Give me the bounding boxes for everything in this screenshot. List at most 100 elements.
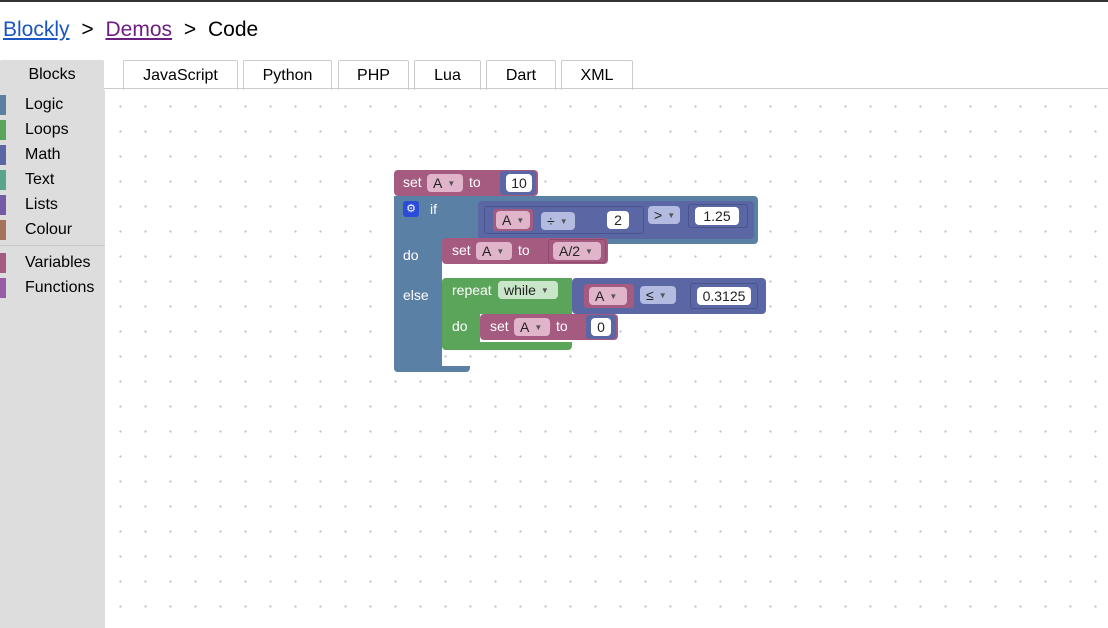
- variable-get-block[interactable]: A/2 ▼: [548, 239, 606, 263]
- if-else-block[interactable]: ⚙ if do else A ▼ ÷ ▼ 2 > ▼ 1.25 set A ▼ …: [394, 196, 766, 372]
- toolbox-category-logic[interactable]: Logic: [0, 92, 105, 117]
- block-keyword-set: set: [403, 174, 422, 190]
- dropdown-arrow-icon: ▼: [585, 246, 593, 256]
- variable-dropdown[interactable]: A ▼: [589, 287, 627, 305]
- variable-name: A: [520, 319, 530, 335]
- tab-blocks[interactable]: Blocks: [0, 60, 104, 90]
- dropdown-arrow-icon: ▼: [559, 216, 568, 226]
- compare-block[interactable]: A ▼ ≤ ▼ 0.3125: [572, 278, 766, 314]
- if-block-spine: [394, 196, 442, 372]
- operator-symbol: ÷: [547, 213, 555, 229]
- if-block-footer: [394, 366, 470, 372]
- variable-dropdown[interactable]: A ▼: [427, 174, 463, 192]
- variable-get-block[interactable]: A ▼: [584, 284, 634, 308]
- tab-divider: [104, 88, 1108, 89]
- tab-bar: Blocks JavaScript Python PHP Lua Dart XM…: [0, 58, 1108, 90]
- variable-dropdown[interactable]: A ▼: [496, 211, 530, 229]
- number-field[interactable]: 1.25: [695, 207, 739, 225]
- block-keyword-do: do: [403, 247, 419, 263]
- number-block[interactable]: 0.3125: [690, 283, 758, 309]
- tab-javascript[interactable]: JavaScript: [123, 60, 238, 90]
- toolbox-category-colour[interactable]: Colour: [0, 217, 105, 242]
- comparison-dropdown[interactable]: > ▼: [648, 206, 680, 224]
- block-keyword-set: set: [490, 318, 509, 334]
- toolbox-category-math[interactable]: Math: [0, 142, 105, 167]
- dropdown-arrow-icon: ▼: [667, 210, 676, 220]
- variable-name: A/2: [559, 243, 581, 259]
- tab-xml[interactable]: XML: [561, 60, 633, 90]
- category-label: Colour: [25, 220, 73, 238]
- category-label: Functions: [25, 278, 95, 296]
- number-block[interactable]: 0: [586, 315, 616, 339]
- block-keyword-to: to: [469, 174, 481, 190]
- tab-lua[interactable]: Lua: [414, 60, 481, 90]
- block-keyword-else: else: [403, 287, 429, 303]
- toolbox-separator: [0, 245, 105, 246]
- dropdown-arrow-icon: ▼: [609, 291, 618, 301]
- dropdown-arrow-icon: ▼: [516, 215, 525, 225]
- dropdown-arrow-icon: ▼: [658, 290, 667, 300]
- category-label: Text: [25, 170, 55, 188]
- block-keyword-do: do: [452, 318, 468, 334]
- operator-dropdown[interactable]: ÷ ▼: [541, 212, 575, 230]
- set-variable-block[interactable]: set A ▼ to 0: [480, 314, 618, 340]
- block-keyword-repeat: repeat: [452, 282, 492, 298]
- variable-dropdown[interactable]: A ▼: [476, 242, 512, 260]
- toolbox-category-loops[interactable]: Loops: [0, 117, 105, 142]
- category-label: Lists: [25, 195, 58, 213]
- repeat-block-footer: [442, 342, 572, 350]
- category-label: Math: [25, 145, 61, 163]
- number-field[interactable]: 0.3125: [697, 287, 751, 305]
- number-block[interactable]: 10: [500, 171, 536, 195]
- set-variable-block[interactable]: set A ▼ to A/2 ▼: [442, 238, 608, 264]
- category-label: Logic: [25, 95, 64, 113]
- compare-block[interactable]: A ▼ ÷ ▼ 2 > ▼ 1.25: [478, 201, 754, 239]
- variable-name: A: [595, 288, 605, 304]
- category-color-swatch: [0, 277, 6, 298]
- breadcrumb-link-demos[interactable]: Demos: [105, 18, 172, 41]
- mutator-gear-icon[interactable]: ⚙: [403, 201, 419, 217]
- tab-python[interactable]: Python: [243, 60, 332, 90]
- number-field[interactable]: 2: [607, 211, 629, 229]
- variable-dropdown[interactable]: A/2 ▼: [553, 242, 601, 260]
- variable-name: A: [482, 243, 492, 259]
- toolbox-category-lists[interactable]: Lists: [0, 192, 105, 217]
- number-field[interactable]: 10: [506, 174, 532, 192]
- tab-php[interactable]: PHP: [338, 60, 409, 90]
- breadcrumb-separator: >: [183, 18, 197, 41]
- set-variable-block[interactable]: set A ▼ to 10: [394, 170, 538, 196]
- category-color-swatch: [0, 169, 6, 190]
- repeat-mode-dropdown[interactable]: while ▼: [498, 281, 558, 299]
- dropdown-arrow-icon: ▼: [496, 246, 505, 256]
- tab-dart[interactable]: Dart: [486, 60, 556, 90]
- comparison-symbol: >: [654, 207, 663, 223]
- number-block[interactable]: 2: [599, 209, 635, 231]
- block-keyword-set: set: [452, 242, 471, 258]
- toolbox-category-functions[interactable]: Functions: [0, 275, 105, 300]
- block-keyword-if: if: [430, 201, 437, 217]
- block-workspace[interactable]: set A ▼ to 10 ⚙ if do else A ▼ ÷ ▼ 2 > ▼…: [105, 90, 1108, 628]
- category-color-swatch: [0, 94, 6, 115]
- block-keyword-to: to: [518, 242, 530, 258]
- comparison-dropdown[interactable]: ≤ ▼: [640, 286, 676, 304]
- number-field[interactable]: 0: [591, 318, 611, 336]
- page-title: Code: [207, 18, 259, 41]
- category-color-swatch: [0, 219, 6, 240]
- breadcrumb: Blockly > Demos > Code: [3, 18, 258, 42]
- comparison-symbol: ≤: [646, 287, 654, 303]
- breadcrumb-separator: >: [81, 18, 94, 41]
- toolbox-category-variables[interactable]: Variables: [0, 250, 105, 275]
- variable-dropdown[interactable]: A ▼: [514, 318, 550, 336]
- dropdown-arrow-icon: ▼: [447, 178, 456, 188]
- variable-get-block[interactable]: A ▼: [493, 209, 533, 231]
- toolbox: Logic Loops Math Text Lists Colour Varia…: [0, 90, 105, 628]
- number-block[interactable]: 1.25: [688, 204, 748, 228]
- block-keyword-to: to: [556, 318, 568, 334]
- toolbox-category-text[interactable]: Text: [0, 167, 105, 192]
- dropdown-arrow-icon: ▼: [540, 285, 549, 295]
- repeat-mode: while: [504, 282, 536, 298]
- repeat-while-block[interactable]: repeat while ▼ do set A ▼ to 0: [442, 278, 618, 356]
- variable-name: A: [502, 212, 512, 228]
- breadcrumb-link-blockly[interactable]: Blockly: [3, 18, 70, 41]
- arithmetic-block[interactable]: A ▼ ÷ ▼ 2: [484, 206, 644, 234]
